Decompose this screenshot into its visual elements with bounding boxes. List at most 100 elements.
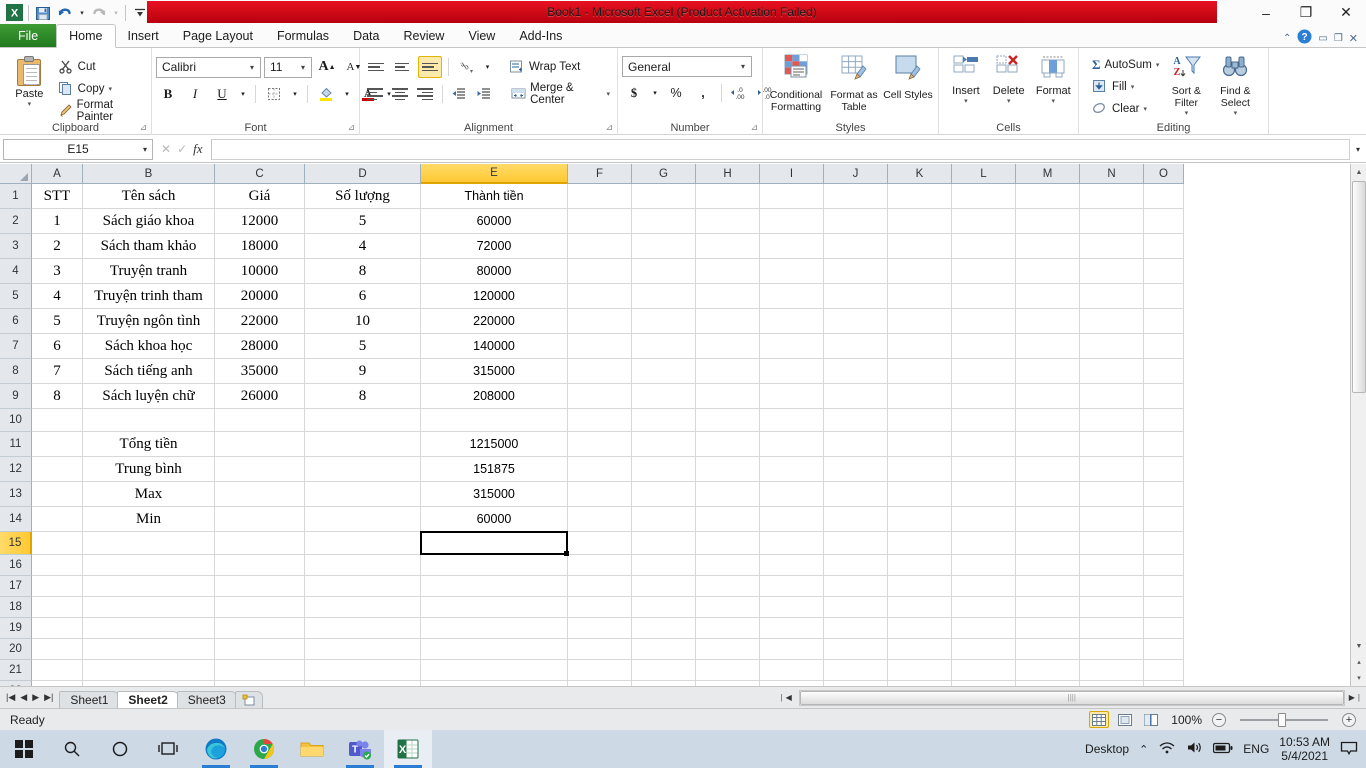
cell-B4[interactable]: Truyện tranh [83, 259, 215, 284]
notification-icon[interactable] [1340, 740, 1358, 759]
cell-E19[interactable] [421, 618, 568, 639]
help-icon[interactable]: ? [1297, 29, 1312, 47]
cell-O17[interactable] [1144, 576, 1184, 597]
accounting-caret[interactable]: ▾ [649, 82, 661, 104]
cell-L4[interactable] [952, 259, 1016, 284]
sort-filter-button[interactable]: A Z Sort & Filter ▾ [1162, 52, 1210, 117]
orientation-caret[interactable]: ▾ [482, 56, 493, 78]
restore-ribbon-icon[interactable]: ❐ [1334, 33, 1343, 44]
cell-I18[interactable] [760, 597, 824, 618]
row-header-5[interactable]: 5 [0, 284, 32, 309]
cell-G10[interactable] [632, 409, 696, 432]
cell-K2[interactable] [888, 209, 952, 234]
cell-F10[interactable] [568, 409, 632, 432]
cell-N19[interactable] [1080, 618, 1144, 639]
expand-formula-bar-icon[interactable]: ▾ [1350, 139, 1366, 160]
cell-C12[interactable] [215, 457, 305, 482]
cell-A19[interactable] [32, 618, 83, 639]
tab-data[interactable]: Data [341, 24, 391, 47]
cell-M15[interactable] [1016, 532, 1080, 555]
italic-button[interactable]: I [183, 83, 207, 105]
vertical-scroll-thumb[interactable] [1352, 181, 1366, 393]
cell-L10[interactable] [952, 409, 1016, 432]
cell-I8[interactable] [760, 359, 824, 384]
comma-format-button[interactable]: , [691, 82, 715, 104]
cell-O14[interactable] [1144, 507, 1184, 532]
cell-O12[interactable] [1144, 457, 1184, 482]
cell-L20[interactable] [952, 639, 1016, 660]
cell-N21[interactable] [1080, 660, 1144, 681]
cell-E3[interactable]: 72000 [421, 234, 568, 259]
cut-button[interactable]: Cut [55, 56, 147, 78]
cell-C16[interactable] [215, 555, 305, 576]
cell-H15[interactable] [696, 532, 760, 555]
row-header-17[interactable]: 17 [0, 576, 32, 597]
cell-O9[interactable] [1144, 384, 1184, 409]
column-header-h[interactable]: H [696, 164, 760, 184]
cell-E4[interactable]: 80000 [421, 259, 568, 284]
horizontal-scroll-thumb[interactable]: |||| [799, 690, 1344, 705]
row-header-2[interactable]: 2 [0, 209, 32, 234]
page-break-view-icon[interactable] [1141, 711, 1161, 728]
cell-F14[interactable] [568, 507, 632, 532]
cell-A8[interactable]: 7 [32, 359, 83, 384]
cell-D6[interactable]: 10 [305, 309, 421, 334]
cell-H1[interactable] [696, 184, 760, 209]
cell-N12[interactable] [1080, 457, 1144, 482]
enter-formula-icon[interactable]: ✓ [177, 142, 187, 156]
cell-H4[interactable] [696, 259, 760, 284]
cell-N5[interactable] [1080, 284, 1144, 309]
horizontal-scrollbar[interactable]: |||| [798, 689, 1345, 706]
hscroll-left-arrow[interactable]: ◀ [786, 693, 795, 702]
cell-L16[interactable] [952, 555, 1016, 576]
autosum-caret[interactable]: ▾ [1156, 61, 1160, 69]
cell-G7[interactable] [632, 334, 696, 359]
cell-C3[interactable]: 18000 [215, 234, 305, 259]
name-box-caret[interactable]: ▾ [143, 145, 147, 154]
cell-O5[interactable] [1144, 284, 1184, 309]
cell-B12[interactable]: Trung bình [83, 457, 215, 482]
cell-J4[interactable] [824, 259, 888, 284]
fill-button[interactable]: Fill ▾ [1089, 76, 1162, 98]
cell-H17[interactable] [696, 576, 760, 597]
cell-N6[interactable] [1080, 309, 1144, 334]
cell-B13[interactable]: Max [83, 482, 215, 507]
align-top-icon[interactable] [364, 56, 388, 78]
column-header-f[interactable]: F [568, 164, 632, 184]
cell-F15[interactable] [568, 532, 632, 555]
cell-N7[interactable] [1080, 334, 1144, 359]
cell-M13[interactable] [1016, 482, 1080, 507]
cell-J17[interactable] [824, 576, 888, 597]
cell-C10[interactable] [215, 409, 305, 432]
cell-styles-button[interactable]: Cell Styles [883, 52, 933, 101]
underline-button[interactable]: U [210, 83, 234, 105]
normal-view-icon[interactable] [1089, 711, 1110, 728]
cell-N18[interactable] [1080, 597, 1144, 618]
cell-O8[interactable] [1144, 359, 1184, 384]
cell-F7[interactable] [568, 334, 632, 359]
cell-I4[interactable] [760, 259, 824, 284]
cell-A5[interactable]: 4 [32, 284, 83, 309]
borders-caret[interactable]: ▾ [289, 83, 301, 105]
excel-icon[interactable]: X [384, 730, 432, 768]
font-size-combo[interactable]: 11 ▾ [264, 56, 312, 78]
tab-page-layout[interactable]: Page Layout [171, 24, 265, 47]
cell-I16[interactable] [760, 555, 824, 576]
hscroll-right-arrow[interactable]: ▶ [1349, 693, 1358, 702]
cell-B5[interactable]: Truyện trinh tham [83, 284, 215, 309]
excel-app-icon[interactable]: X [4, 3, 24, 23]
cell-K12[interactable] [888, 457, 952, 482]
cell-I1[interactable] [760, 184, 824, 209]
row-header-10[interactable]: 10 [0, 409, 32, 432]
start-button[interactable] [0, 730, 48, 768]
cell-H6[interactable] [696, 309, 760, 334]
cell-A21[interactable] [32, 660, 83, 681]
close-button[interactable]: ✕ [1326, 0, 1366, 25]
zoom-slider-knob[interactable] [1278, 712, 1286, 727]
cell-I17[interactable] [760, 576, 824, 597]
cell-F6[interactable] [568, 309, 632, 334]
cell-C7[interactable]: 28000 [215, 334, 305, 359]
cell-A13[interactable] [32, 482, 83, 507]
cell-L19[interactable] [952, 618, 1016, 639]
cell-N9[interactable] [1080, 384, 1144, 409]
